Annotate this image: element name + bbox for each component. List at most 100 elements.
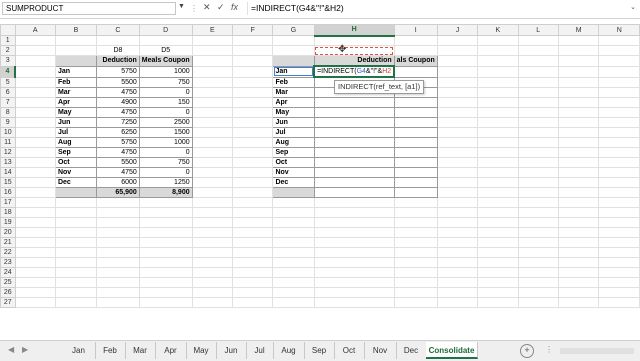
- cell-i7[interactable]: [393, 96, 438, 108]
- cell-f9[interactable]: [232, 116, 274, 128]
- cell-b24[interactable]: [54, 266, 98, 278]
- cell-a18[interactable]: [14, 206, 56, 218]
- cell-g13[interactable]: Oct: [272, 156, 315, 168]
- cancel-icon[interactable]: ✕: [203, 2, 211, 13]
- cell-g9[interactable]: Jun: [272, 116, 315, 128]
- cell-c2[interactable]: D8: [96, 45, 140, 56]
- column-header-b[interactable]: B: [54, 24, 98, 36]
- cell-e16[interactable]: [191, 186, 234, 198]
- column-header-d[interactable]: D: [138, 24, 193, 36]
- cell-i27[interactable]: [393, 296, 438, 308]
- cell-c7[interactable]: 4900: [96, 96, 140, 108]
- cell-g26[interactable]: [272, 286, 315, 298]
- cell-k24[interactable]: [477, 266, 519, 278]
- sheet-tab-sep[interactable]: Sep: [304, 342, 335, 359]
- cell-c20[interactable]: [96, 226, 140, 238]
- cell-d22[interactable]: [138, 246, 193, 258]
- cell-f5[interactable]: [232, 76, 274, 88]
- cell-m27[interactable]: [557, 296, 600, 308]
- sheet-tab-feb[interactable]: Feb: [95, 342, 126, 359]
- sheet-tab-aug[interactable]: Aug: [273, 342, 305, 359]
- cell-k10[interactable]: [477, 126, 519, 138]
- row-header-15[interactable]: 15: [0, 176, 16, 188]
- row-header-21[interactable]: 21: [0, 236, 16, 248]
- cell-l23[interactable]: [517, 256, 559, 268]
- cell-l22[interactable]: [517, 246, 559, 258]
- cell-e27[interactable]: [191, 296, 234, 308]
- row-header-8[interactable]: 8: [0, 106, 16, 118]
- cell-g10[interactable]: Jul: [272, 126, 315, 138]
- cell-j4[interactable]: [436, 65, 479, 78]
- cell-a24[interactable]: [14, 266, 56, 278]
- row-header-23[interactable]: 23: [0, 256, 16, 268]
- cell-e23[interactable]: [191, 256, 234, 268]
- cell-f11[interactable]: [232, 136, 274, 148]
- cell-g19[interactable]: [272, 216, 315, 228]
- cell-d25[interactable]: [138, 276, 193, 288]
- cell-h27[interactable]: [313, 296, 395, 308]
- cell-i8[interactable]: [393, 106, 438, 118]
- cell-m1[interactable]: [557, 35, 600, 46]
- cell-g23[interactable]: [272, 256, 315, 268]
- cell-a27[interactable]: [14, 296, 56, 308]
- cell-e17[interactable]: [191, 196, 234, 208]
- cell-d12[interactable]: 0: [138, 146, 193, 158]
- cell-f4[interactable]: [232, 65, 274, 78]
- cell-e5[interactable]: [191, 76, 234, 88]
- cell-g14[interactable]: Nov: [272, 166, 315, 178]
- cell-n27[interactable]: [598, 296, 640, 308]
- cell-b7[interactable]: Apr: [54, 96, 98, 108]
- cell-k19[interactable]: [477, 216, 519, 228]
- cell-m5[interactable]: [557, 76, 600, 88]
- cell-f18[interactable]: [232, 206, 274, 218]
- row-header-26[interactable]: 26: [0, 286, 16, 298]
- cell-i11[interactable]: [393, 136, 438, 148]
- cell-k13[interactable]: [477, 156, 519, 168]
- cell-j7[interactable]: [436, 96, 479, 108]
- cell-g24[interactable]: [272, 266, 315, 278]
- cell-d18[interactable]: [138, 206, 193, 218]
- cell-a22[interactable]: [14, 246, 56, 258]
- cell-b9[interactable]: Jun: [54, 116, 98, 128]
- cell-c3[interactable]: Deduction: [96, 55, 140, 67]
- cell-h21[interactable]: [313, 236, 395, 248]
- row-header-1[interactable]: 1: [0, 35, 16, 46]
- cell-c6[interactable]: 4750: [96, 86, 140, 98]
- cell-a11[interactable]: [14, 136, 56, 148]
- column-header-j[interactable]: J: [436, 24, 479, 36]
- row-header-12[interactable]: 12: [0, 146, 16, 158]
- cell-d23[interactable]: [138, 256, 193, 268]
- cell-n4[interactable]: [598, 65, 640, 78]
- cell-j11[interactable]: [436, 136, 479, 148]
- row-header-7[interactable]: 7: [0, 96, 16, 108]
- cell-n13[interactable]: [598, 156, 640, 168]
- column-header-a[interactable]: A: [14, 24, 56, 36]
- sheet-tab-jul[interactable]: Jul: [246, 342, 274, 359]
- cell-j8[interactable]: [436, 106, 479, 118]
- cell-j5[interactable]: [436, 76, 479, 88]
- column-header-n[interactable]: N: [598, 24, 640, 36]
- cell-d14[interactable]: 0: [138, 166, 193, 178]
- cell-h10[interactable]: [313, 126, 395, 138]
- cell-k14[interactable]: [477, 166, 519, 178]
- cell-l18[interactable]: [517, 206, 559, 218]
- add-sheet-button[interactable]: +: [520, 344, 534, 358]
- cell-e20[interactable]: [191, 226, 234, 238]
- column-header-m[interactable]: M: [557, 24, 600, 36]
- cell-i16[interactable]: [393, 186, 438, 198]
- cell-d6[interactable]: 0: [138, 86, 193, 98]
- cell-f12[interactable]: [232, 146, 274, 158]
- cell-j21[interactable]: [436, 236, 479, 248]
- cell-n21[interactable]: [598, 236, 640, 248]
- cell-b21[interactable]: [54, 236, 98, 248]
- cell-c9[interactable]: 7250: [96, 116, 140, 128]
- cell-i13[interactable]: [393, 156, 438, 168]
- cell-l8[interactable]: [517, 106, 559, 118]
- cell-m6[interactable]: [557, 86, 600, 98]
- cell-h14[interactable]: [313, 166, 395, 178]
- cell-d15[interactable]: 1250: [138, 176, 193, 188]
- cell-h24[interactable]: [313, 266, 395, 278]
- column-header-k[interactable]: K: [477, 24, 519, 36]
- cell-k20[interactable]: [477, 226, 519, 238]
- cell-b13[interactable]: Oct: [54, 156, 98, 168]
